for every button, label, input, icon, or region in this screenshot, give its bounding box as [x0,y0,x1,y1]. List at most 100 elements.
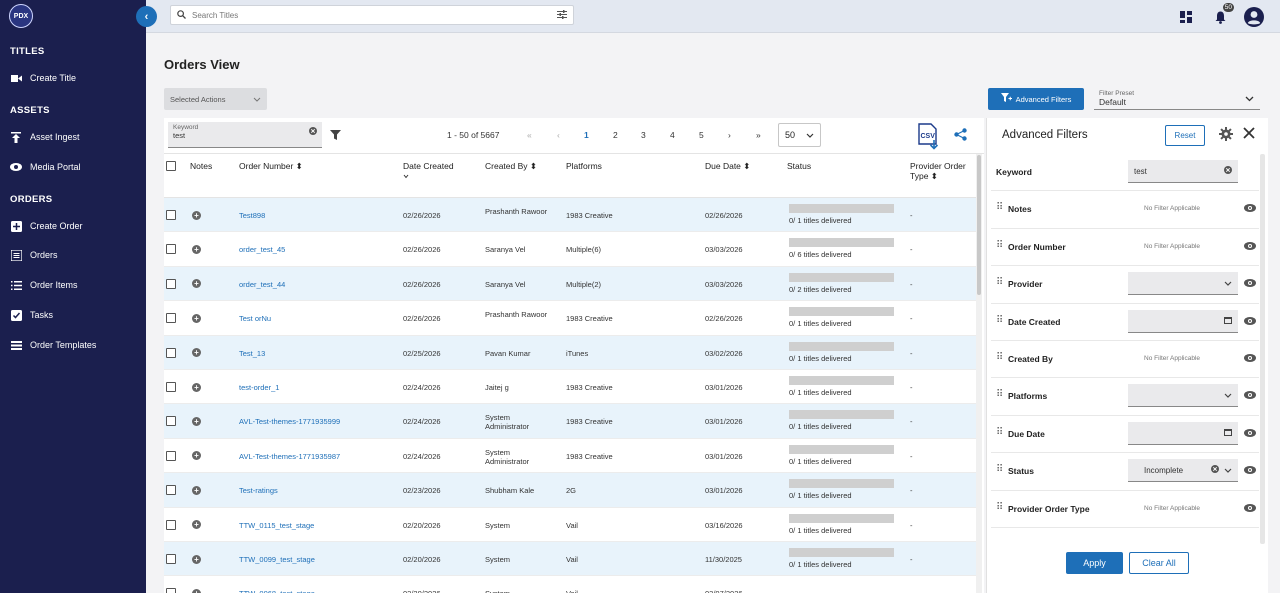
order-number-link[interactable]: Test orNu [239,314,271,323]
drag-handle-icon[interactable]: ⠿ [996,427,1003,437]
table-row[interactable]: + test-order_1 02/24/2026 Jaitej g 1983 Crea… [164,370,976,405]
nav-item-media-portal[interactable]: Media Portal [10,158,81,176]
dashboard-icon[interactable] [1175,6,1197,28]
table-row[interactable]: + TTW_0115_test_stage 02/20/2026 System Vail… [164,508,976,542]
order-number-link[interactable]: Test898 [239,211,265,220]
nav-item-create-title[interactable]: Create Title [10,69,76,87]
drag-handle-icon[interactable]: ⠿ [996,390,1003,400]
order-number-link[interactable]: test-order_1 [239,383,279,392]
eye-icon[interactable] [1244,391,1256,401]
row-checkbox[interactable] [166,450,176,461]
nav-item-asset-ingest[interactable]: Asset Ingest [10,128,80,146]
add-note-icon[interactable]: + [192,451,201,461]
order-number-link[interactable]: AVL-Test-themes-1771935987 [239,452,340,461]
table-row[interactable]: + Test orNu 02/26/2026 Prashanth Rawoor 1983… [164,301,976,336]
header-due-date[interactable]: Due Date ⬍ [705,161,750,171]
apply-button[interactable]: Apply [1066,552,1123,574]
drag-handle-icon[interactable]: ⠿ [996,502,1003,512]
table-row[interactable]: + AVL-Test-themes-1771935999 02/24/2026 Sys… [164,404,976,439]
order-number-link[interactable]: order_test_45 [239,245,285,254]
add-note-icon[interactable]: + [192,313,201,323]
first-page-button[interactable]: « [527,130,532,140]
gear-icon[interactable] [1219,127,1233,143]
table-row[interactable]: + AVL-Test-themes-1771935987 02/24/2026 Sys… [164,439,976,474]
order-number-link[interactable]: TTW_0068_test_stage [239,589,315,593]
page-3-button[interactable]: 3 [641,130,646,140]
drag-handle-icon[interactable]: ⠿ [996,278,1003,288]
order-number-link[interactable]: Test_13 [239,349,265,358]
header-provider-order-type[interactable]: Provider Order Type ⬍ [910,161,970,181]
nav-item-create-order[interactable]: Create Order [10,217,83,235]
row-checkbox[interactable] [166,244,176,255]
row-checkbox[interactable] [166,554,176,564]
drag-handle-icon[interactable]: ⠿ [996,240,1003,250]
table-row[interactable]: + order_test_45 02/26/2026 Saranya Vel Multi… [164,232,976,267]
eye-icon[interactable] [1244,354,1256,364]
page-4-button[interactable]: 4 [670,130,675,140]
prev-page-button[interactable]: ‹ [557,130,560,140]
header-order-number[interactable]: Order Number ⬍ [239,161,303,171]
nav-item-orders[interactable]: Orders [10,246,58,264]
csv-export-icon[interactable]: CSV [916,123,940,152]
clear-all-button[interactable]: Clear All [1129,552,1189,574]
add-note-icon[interactable]: + [192,416,201,426]
close-icon[interactable] [1243,127,1255,141]
table-row[interactable]: + order_test_44 02/26/2026 Saranya Vel Multi… [164,266,976,302]
page-5-button[interactable]: 5 [699,130,704,140]
sidebar-collapse-button[interactable]: ‹ [136,6,157,27]
provider-select[interactable] [1128,272,1238,296]
eye-icon[interactable] [1244,279,1256,289]
clear-icon[interactable] [1224,166,1232,176]
table-row[interactable]: + TTW_0068_test_stage 02/20/2026 System Vail… [164,576,976,593]
row-checkbox[interactable] [166,278,176,289]
filter-icon[interactable] [330,130,341,142]
row-checkbox[interactable] [166,485,176,496]
share-icon[interactable] [954,128,967,143]
filter-preset-select[interactable]: Filter Preset Default [1094,86,1260,110]
reset-button[interactable]: Reset [1165,125,1205,146]
platforms-select[interactable] [1128,384,1238,408]
row-checkbox[interactable] [166,588,176,593]
add-note-icon[interactable]: + [192,348,201,358]
clear-icon[interactable] [309,127,317,137]
add-note-icon[interactable]: + [192,244,201,254]
account-icon[interactable] [1243,6,1265,28]
last-page-button[interactable]: » [756,130,761,140]
add-note-icon[interactable]: + [192,210,201,220]
eye-icon[interactable] [1244,466,1256,476]
add-note-icon[interactable]: + [192,588,201,593]
row-checkbox[interactable] [166,382,176,392]
tune-icon[interactable] [557,9,567,21]
row-checkbox[interactable] [166,313,176,324]
keyword-filter[interactable]: Keyword test [168,122,322,148]
status-select[interactable]: Incomplete [1128,459,1238,483]
page-1-button[interactable]: 1 [584,130,589,140]
drag-handle-icon[interactable]: ⠿ [996,353,1003,363]
table-row[interactable]: + Test_13 02/25/2026 Pavan Kumar iTunes 03/02… [164,335,976,370]
row-checkbox[interactable] [166,519,176,530]
eye-icon[interactable] [1244,316,1256,327]
order-number-link[interactable]: TTW_0115_test_stage [239,521,314,530]
add-note-icon[interactable]: + [192,520,201,530]
page-2-button[interactable]: 2 [613,130,618,140]
order-number-link[interactable]: order_test_44 [239,280,285,289]
row-checkbox[interactable] [166,210,176,220]
order-number-link[interactable]: TTW_0099_test_stage [239,555,315,564]
clear-icon[interactable] [1211,465,1219,475]
drag-handle-icon[interactable]: ⠿ [996,203,1003,213]
select-all-checkbox[interactable] [166,161,176,171]
add-note-icon[interactable]: + [192,279,201,289]
nav-item-tasks[interactable]: Tasks [10,306,53,324]
rows-per-page-select[interactable]: 50 [778,123,821,147]
nav-item-order-items[interactable]: Order Items [10,276,78,294]
row-checkbox[interactable] [166,416,176,427]
eye-icon[interactable] [1244,204,1256,214]
selected-actions-dropdown[interactable]: Selected Actions [164,88,267,110]
add-note-icon[interactable]: + [192,485,201,495]
order-number-link[interactable]: Test-ratings [239,486,278,495]
add-note-icon[interactable]: + [192,382,201,392]
table-row[interactable]: + TTW_0099_test_stage 02/20/2026 System Vail… [164,542,976,577]
table-scrollbar-thumb[interactable] [977,155,981,295]
order-number-link[interactable]: AVL-Test-themes-1771935999 [239,417,340,426]
date-created-date-picker[interactable] [1128,309,1238,333]
